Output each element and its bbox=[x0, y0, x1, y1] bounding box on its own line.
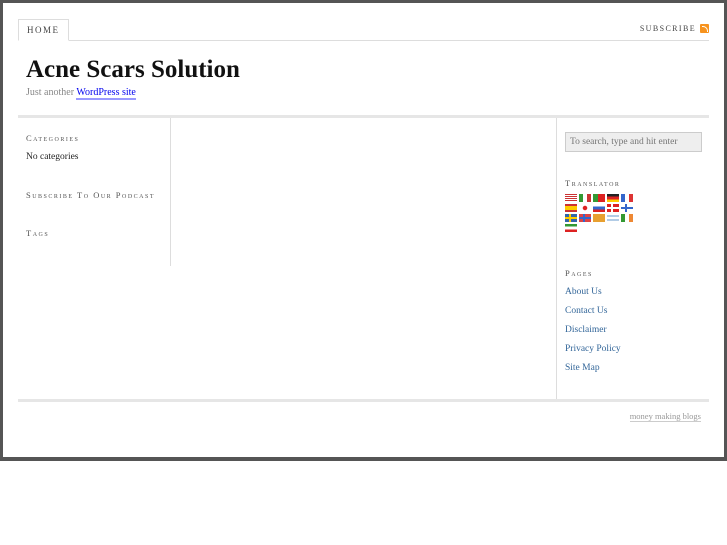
tab-home[interactable]: HOME bbox=[18, 19, 69, 41]
flag-ir-icon[interactable] bbox=[565, 224, 577, 232]
right-sidebar: Translator Pages About Us Contact Us Dis… bbox=[556, 118, 709, 401]
translator-flags bbox=[565, 194, 640, 232]
flag-no-icon[interactable] bbox=[579, 214, 591, 222]
tagline-text: Just another bbox=[26, 87, 75, 98]
page-link-disclaimer[interactable]: Disclaimer bbox=[565, 325, 621, 344]
tags-heading: Tags bbox=[26, 228, 50, 238]
search-input[interactable] bbox=[565, 132, 702, 152]
rss-icon bbox=[700, 24, 709, 33]
flag-se-icon[interactable] bbox=[565, 214, 577, 222]
flag-de-icon[interactable] bbox=[607, 194, 619, 202]
flag-jp-icon[interactable] bbox=[579, 204, 591, 212]
left-sidebar: Categories No categories Subscribe To Ou… bbox=[18, 118, 171, 266]
flag-cn-icon[interactable] bbox=[593, 214, 605, 222]
page-link-contact-us[interactable]: Contact Us bbox=[565, 306, 621, 325]
site-tagline: Just another WordPress site bbox=[26, 87, 136, 100]
flag-dk-icon[interactable] bbox=[607, 204, 619, 212]
pages-heading: Pages bbox=[565, 268, 593, 278]
flag-it-icon[interactable] bbox=[579, 194, 591, 202]
pages-list: About Us Contact Us Disclaimer Privacy P… bbox=[565, 287, 621, 382]
footer-divider bbox=[18, 399, 709, 402]
flag-ie-icon[interactable] bbox=[621, 214, 633, 222]
flag-ru-icon[interactable] bbox=[593, 204, 605, 212]
subscribe-link[interactable]: SUBSCRIBE bbox=[640, 24, 709, 33]
flag-fr-icon[interactable] bbox=[621, 194, 633, 202]
page-link-about-us[interactable]: About Us bbox=[565, 287, 621, 306]
flag-fi-icon[interactable] bbox=[621, 204, 633, 212]
no-categories-text: No categories bbox=[26, 152, 79, 162]
translator-heading: Translator bbox=[565, 178, 621, 188]
categories-heading: Categories bbox=[26, 133, 80, 143]
podcast-heading: Subscribe To Our Podcast bbox=[26, 190, 156, 200]
page-link-privacy-policy[interactable]: Privacy Policy bbox=[565, 344, 621, 363]
subscribe-label: SUBSCRIBE bbox=[639, 24, 696, 33]
site-title[interactable]: Acne Scars Solution bbox=[26, 56, 240, 84]
wordpress-link[interactable]: WordPress site bbox=[76, 87, 136, 100]
flag-il-icon[interactable] bbox=[607, 214, 619, 222]
flag-us-icon[interactable] bbox=[565, 194, 577, 202]
flag-es-icon[interactable] bbox=[565, 204, 577, 212]
top-nav: HOME SUBSCRIBE bbox=[18, 19, 709, 41]
flag-pt-icon[interactable] bbox=[593, 194, 605, 202]
footer-link[interactable]: money making blogs bbox=[629, 411, 701, 422]
page-link-site-map[interactable]: Site Map bbox=[565, 363, 621, 382]
